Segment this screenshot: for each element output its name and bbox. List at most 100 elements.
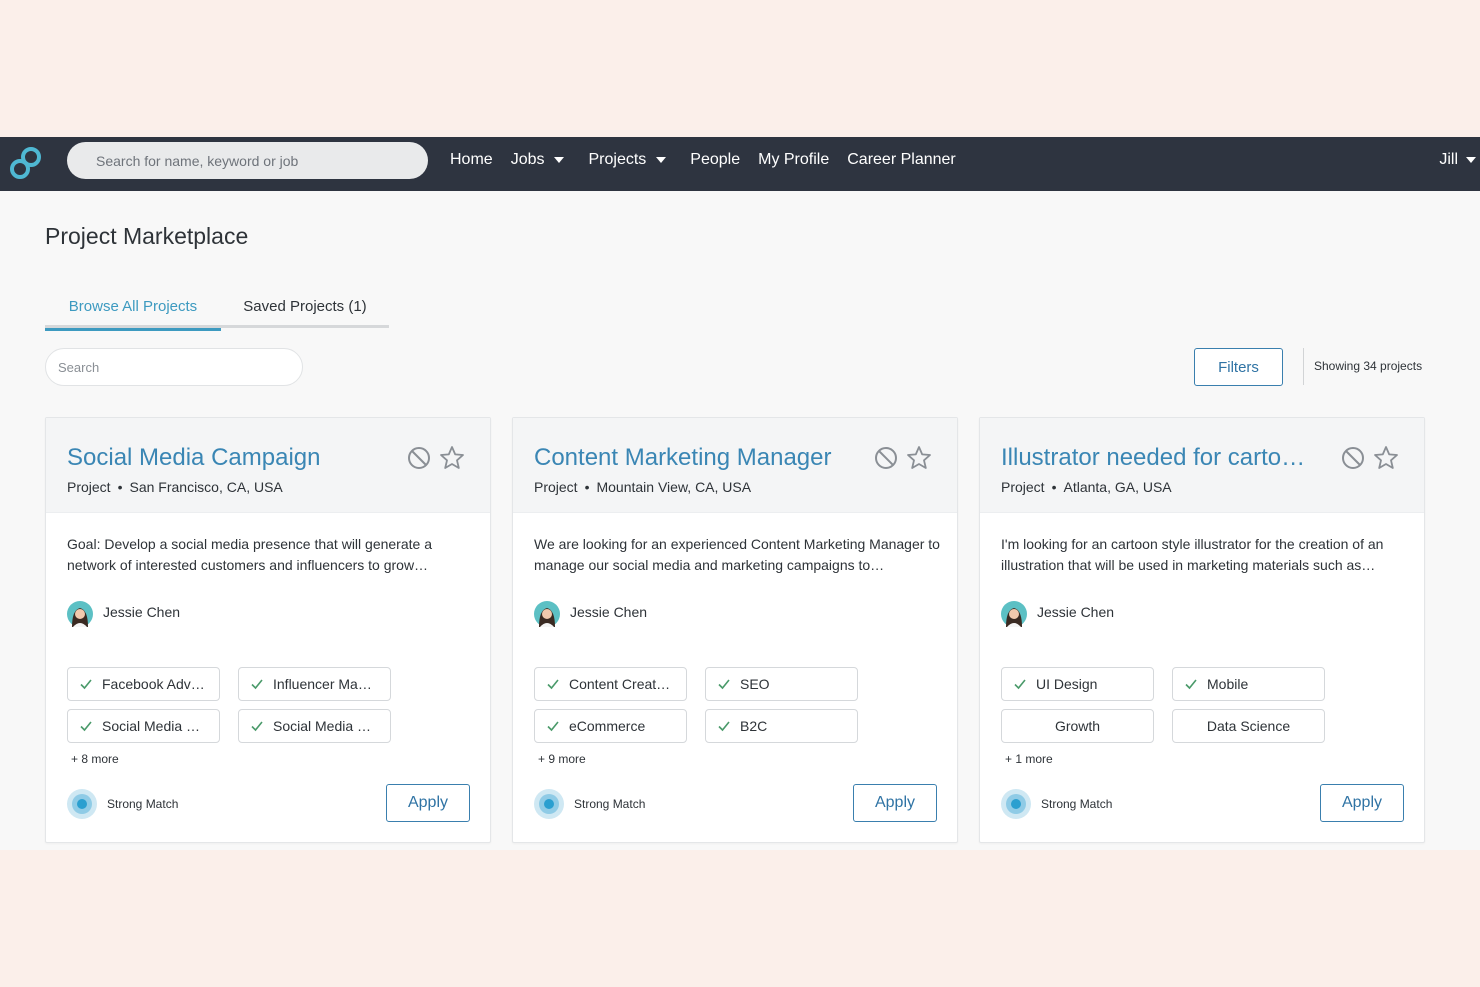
nav-home-label: Home bbox=[450, 151, 493, 168]
card-description: Goal: Develop a social media presence th… bbox=[67, 536, 432, 573]
tab-saved-projects-label: Saved Projects (1) bbox=[243, 298, 367, 315]
card-title[interactable]: Social Media Campaign bbox=[67, 444, 385, 472]
skill-tag: Influencer Ma… bbox=[238, 667, 391, 701]
infinity-logo-icon[interactable] bbox=[6, 144, 46, 184]
nav-people-label: People bbox=[690, 151, 741, 168]
check-icon bbox=[1014, 679, 1026, 690]
card-meta: Project • Mountain View, CA, USA bbox=[534, 479, 751, 495]
nav-my-profile[interactable]: My Profile bbox=[758, 151, 829, 169]
nav-career-planner[interactable]: Career Planner bbox=[847, 151, 956, 169]
card-type: Project bbox=[1001, 479, 1045, 495]
skill-label: Influencer Ma… bbox=[273, 676, 372, 692]
caret-down-icon bbox=[554, 157, 565, 163]
skill-label: Social Media … bbox=[273, 718, 372, 734]
project-card[interactable]: Illustrator needed for carto… Project • At… bbox=[979, 417, 1425, 843]
skill-tag: SEO bbox=[705, 667, 858, 701]
card-header: Social Media Campaign Project • San Franci… bbox=[46, 418, 490, 513]
caret-down-icon bbox=[1466, 157, 1476, 163]
match-label: Strong Match bbox=[107, 797, 179, 811]
nav-projects[interactable]: Projects bbox=[588, 151, 672, 169]
card-title[interactable]: Illustrator needed for carto… bbox=[1001, 444, 1319, 472]
skill-tag: B2C bbox=[705, 709, 858, 743]
tab-browse-all[interactable]: Browse All Projects bbox=[45, 285, 221, 331]
project-card[interactable]: Content Marketing Manager Project • Mounta… bbox=[512, 417, 958, 843]
skill-tag: eCommerce bbox=[534, 709, 687, 743]
nav-people[interactable]: People bbox=[690, 151, 740, 169]
ban-icon[interactable] bbox=[874, 446, 898, 470]
star-icon[interactable] bbox=[1373, 445, 1399, 471]
star-icon[interactable] bbox=[439, 445, 465, 471]
author-name: Jessie Chen bbox=[570, 604, 648, 620]
target-icon bbox=[1001, 789, 1031, 819]
check-icon bbox=[80, 721, 92, 732]
check-icon bbox=[251, 679, 263, 690]
nav-links: Home Jobs Projects People My Profile Car… bbox=[450, 137, 974, 183]
skill-label: UI Design bbox=[1036, 676, 1098, 692]
avatar bbox=[67, 601, 93, 627]
check-icon bbox=[547, 721, 559, 732]
top-nav: Home Jobs Projects People My Profile Car… bbox=[0, 137, 1480, 191]
target-icon bbox=[534, 789, 564, 819]
nav-my-profile-label: My Profile bbox=[758, 151, 830, 168]
skill-tag: Social Media … bbox=[238, 709, 391, 743]
dot-separator: • bbox=[1051, 479, 1057, 495]
divider bbox=[1303, 348, 1304, 385]
results-count: Showing 34 projects bbox=[1314, 359, 1423, 373]
card-meta: Project • Atlanta, GA, USA bbox=[1001, 479, 1172, 495]
card-header: Illustrator needed for carto… Project • At… bbox=[980, 418, 1424, 513]
skill-label: Mobile bbox=[1207, 676, 1249, 692]
card-title[interactable]: Content Marketing Manager bbox=[534, 444, 852, 472]
check-icon bbox=[251, 721, 263, 732]
ban-icon[interactable] bbox=[407, 446, 431, 470]
nav-jobs[interactable]: Jobs bbox=[511, 151, 571, 169]
project-card[interactable]: Social Media Campaign Project • San Franci… bbox=[45, 417, 491, 843]
card-type: Project bbox=[534, 479, 578, 495]
user-menu[interactable]: Jill bbox=[1439, 137, 1476, 183]
card-description: I'm looking for an cartoon style illustr… bbox=[1001, 536, 1384, 573]
more-skills-link[interactable]: + 1 more bbox=[1005, 752, 1053, 766]
global-search-input[interactable] bbox=[67, 142, 428, 179]
skill-label: Data Science bbox=[1206, 718, 1291, 734]
card-type: Project bbox=[67, 479, 111, 495]
star-icon[interactable] bbox=[906, 445, 932, 471]
check-icon bbox=[547, 679, 559, 690]
nav-home[interactable]: Home bbox=[450, 151, 493, 169]
skill-label: Social Media … bbox=[102, 718, 201, 734]
avatar bbox=[1001, 601, 1027, 627]
skill-label: Facebook Adv… bbox=[102, 676, 205, 692]
tab-saved-projects[interactable]: Saved Projects (1) bbox=[221, 285, 389, 328]
apply-button[interactable]: Apply bbox=[1320, 784, 1404, 822]
more-skills-link[interactable]: + 9 more bbox=[538, 752, 586, 766]
page-title: Project Marketplace bbox=[45, 223, 249, 249]
avatar bbox=[534, 601, 560, 627]
nav-jobs-label: Jobs bbox=[510, 151, 545, 168]
target-icon bbox=[67, 789, 97, 819]
caret-down-icon bbox=[656, 157, 667, 163]
skill-tag: Mobile bbox=[1172, 667, 1325, 701]
skill-label: SEO bbox=[740, 676, 770, 692]
skill-label: eCommerce bbox=[569, 718, 646, 734]
more-skills-link[interactable]: + 8 more bbox=[71, 752, 119, 766]
tab-bar: Browse All Projects Saved Projects (1) bbox=[45, 285, 389, 331]
dot-separator: • bbox=[117, 479, 123, 495]
nav-projects-label: Projects bbox=[588, 151, 647, 168]
apply-button[interactable]: Apply bbox=[386, 784, 470, 822]
match-label: Strong Match bbox=[1041, 797, 1113, 811]
skill-tag: Social Media … bbox=[67, 709, 220, 743]
nav-career-planner-label: Career Planner bbox=[847, 151, 956, 168]
skill-tag: Facebook Adv… bbox=[67, 667, 220, 701]
user-name: Jill bbox=[1439, 151, 1458, 168]
filters-button[interactable]: Filters bbox=[1194, 348, 1283, 386]
ban-icon[interactable] bbox=[1341, 446, 1365, 470]
apply-button[interactable]: Apply bbox=[853, 784, 937, 822]
card-meta: Project • San Francisco, CA, USA bbox=[67, 479, 283, 495]
app-frame: Home Jobs Projects People My Profile Car… bbox=[0, 137, 1480, 850]
check-icon bbox=[1185, 679, 1197, 690]
check-icon bbox=[718, 721, 730, 732]
card-description: We are looking for an experienced Conten… bbox=[534, 536, 940, 573]
match-label: Strong Match bbox=[574, 797, 646, 811]
skill-label: Growth bbox=[1054, 718, 1101, 734]
skill-tag: Growth bbox=[1001, 709, 1154, 743]
dot-separator: • bbox=[584, 479, 590, 495]
project-search-input[interactable] bbox=[45, 348, 303, 386]
